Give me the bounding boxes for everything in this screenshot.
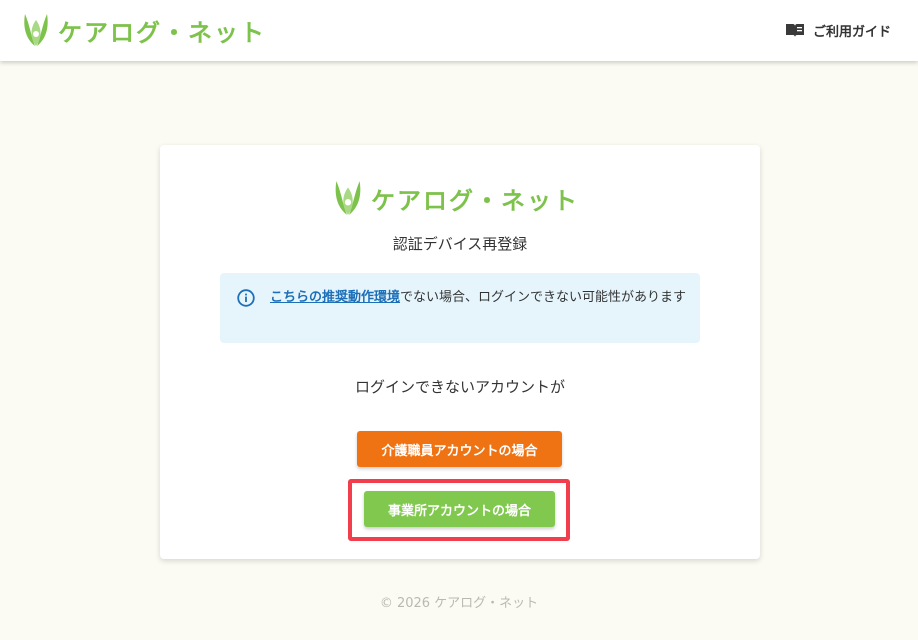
account-prompt: ログインできないアカウントが [354, 378, 565, 396]
info-circle-icon [237, 289, 255, 307]
leaf-logo-icon [24, 14, 48, 46]
office-account-button[interactable]: 事業所アカウントの場合 [364, 491, 555, 527]
info-alert: こちらの推奨動作環境でない場合、ログインできない可能性があります [220, 273, 700, 343]
staff-account-button[interactable]: 介護職員アカウントの場合 [357, 431, 562, 467]
card-logo: ケアログ・ネット [333, 178, 579, 218]
logo-text: ケアログ・ネット [371, 186, 579, 215]
user-guide-label: ご利用ガイド [812, 24, 891, 40]
user-guide-link[interactable]: ご利用ガイド [785, 19, 891, 41]
book-icon [785, 24, 804, 37]
footer-copyright: © 2026 ケアログ・ネット [379, 596, 539, 611]
login-card: ケアログ・ネット 認証デバイス再登録 こちらの推奨動作環境でない場合、ログインで… [160, 145, 760, 559]
logo-text: ケアログ・ネット [58, 18, 266, 47]
page-title: 認証デバイス再登録 [392, 235, 528, 253]
header-logo[interactable]: ケアログ・ネット [22, 11, 266, 49]
alert-text: でない場合、ログインできない可能性があります [400, 290, 687, 305]
app-header: ケアログ・ネット ご利用ガイド [0, 0, 918, 61]
leaf-logo-icon [335, 181, 361, 215]
alert-message: こちらの推奨動作環境でない場合、ログインできない可能性があります [270, 288, 690, 308]
recommended-environment-link[interactable]: こちらの推奨動作環境 [270, 290, 400, 305]
